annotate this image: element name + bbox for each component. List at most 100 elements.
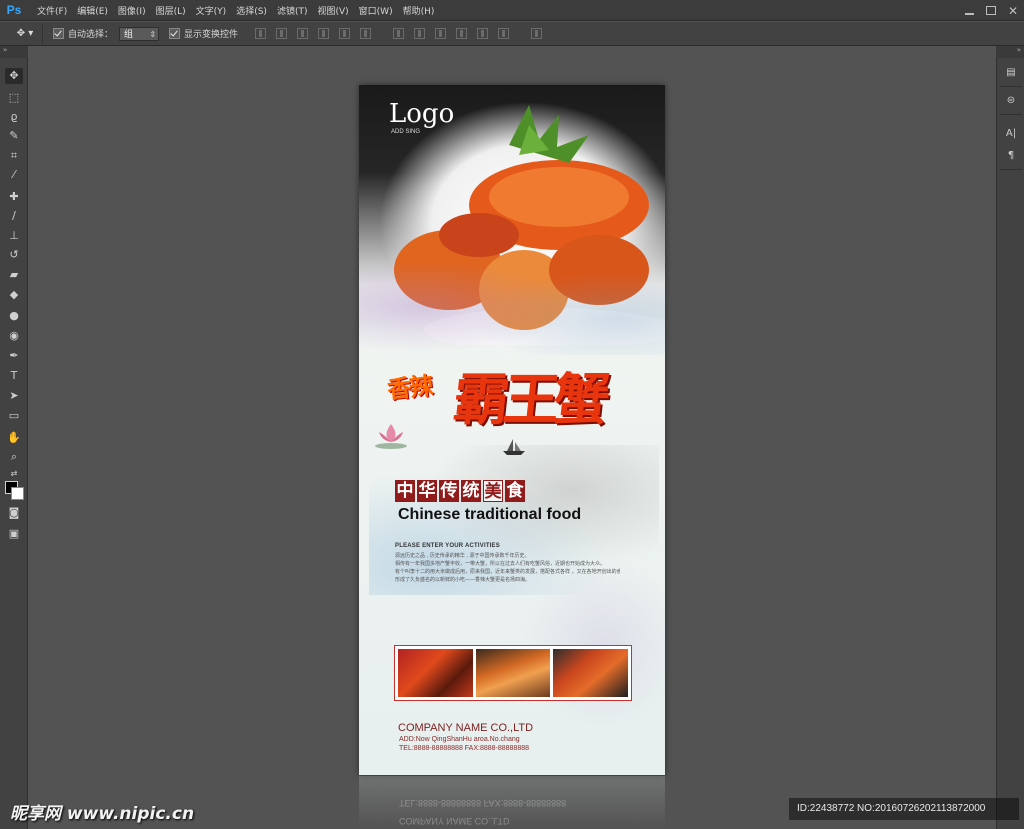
auto-align-buttons xyxy=(526,28,547,39)
tools-panel: ✥ ⬚ ϱ ✎ ⌗ ⁄ ✚ ∕ ⊥ ↺ ▰ ◆ ● ◉ ✒ T ➤ ▭ ✋ ⌕ … xyxy=(0,58,28,829)
swap-colors-icon[interactable]: ⇄ xyxy=(5,466,23,482)
auto-select-label: 自动选择： xyxy=(68,30,114,40)
quick-select-icon[interactable]: ✎ xyxy=(5,128,23,144)
rectangle-icon[interactable]: ▭ xyxy=(5,408,23,424)
banner-char: 统 xyxy=(461,480,481,502)
document-canvas[interactable]: Logo ADD SING 香辣 霸王蟹 中 华 传 统 美 食 Chinese… xyxy=(359,85,665,775)
show-transform-label: 显示变换控件 xyxy=(184,30,239,40)
blur-icon[interactable]: ● xyxy=(5,308,23,324)
paragraph-icon[interactable]: ¶ xyxy=(1003,149,1019,163)
company-phone: TEL:8888-88888888 FAX:8888-88888888 xyxy=(399,745,529,752)
close-icon: ✕ xyxy=(1007,3,1019,18)
quick-mask-icon[interactable]: ◙ xyxy=(5,505,23,521)
auto-select-dropdown[interactable]: 组 xyxy=(119,26,160,42)
menu-filter[interactable]: 滤镜(T) xyxy=(272,4,313,17)
menu-view[interactable]: 视图(V) xyxy=(312,4,353,17)
banner-char: 美 xyxy=(483,480,503,502)
panels-collapse[interactable]: » xyxy=(996,46,1024,58)
company-name: COMPANY NAME CO.,LTD xyxy=(398,722,534,734)
banner-char: 传 xyxy=(439,480,459,502)
menu-edit[interactable]: 编辑(E) xyxy=(72,4,113,17)
body-line: 形成了久负盛名的以新鲜的小吃——香辣大蟹更是名扬四海。 xyxy=(395,577,531,583)
crop-icon[interactable]: ⌗ xyxy=(5,148,23,164)
lasso-icon[interactable]: ϱ xyxy=(5,109,23,125)
banner-char: 华 xyxy=(417,480,437,502)
menu-image[interactable]: 图像(I) xyxy=(113,4,151,17)
toolbar-collapse[interactable]: » xyxy=(0,46,28,58)
poster-logo: Logo xyxy=(389,99,455,129)
site-watermark: 昵享网 www.nipic.cn xyxy=(10,804,195,824)
show-transform-checkbox[interactable] xyxy=(169,28,181,39)
tool-preset-picker[interactable]: ✥ ▾ xyxy=(8,23,43,44)
food-thumbnail xyxy=(475,649,551,697)
distribute-top-icon[interactable] xyxy=(393,28,405,39)
distribute-right-icon[interactable] xyxy=(498,28,510,39)
panel-divider xyxy=(1000,114,1022,115)
chinese-traditional-food-banner: 中 华 传 统 美 食 xyxy=(395,480,527,502)
food-thumbnails xyxy=(394,645,632,701)
align-hcenter-icon[interactable] xyxy=(339,28,351,39)
auto-select-checkbox[interactable] xyxy=(53,28,64,39)
marquee-icon[interactable]: ⬚ xyxy=(5,90,23,106)
eyedropper-icon[interactable]: ⁄ xyxy=(5,167,23,183)
pen-icon[interactable]: ✒ xyxy=(5,348,23,364)
menu-file[interactable]: 文件(F) xyxy=(32,4,72,17)
activities-heading: PLEASE ENTER YOUR ACTIVITIES xyxy=(395,543,500,549)
food-thumbnail xyxy=(553,649,629,697)
minimize-button[interactable] xyxy=(958,0,980,21)
distribute-left-icon[interactable] xyxy=(456,28,468,39)
window-controls: ✕ xyxy=(958,0,1024,21)
path-select-icon[interactable]: ➤ xyxy=(5,388,23,404)
maximize-button[interactable] xyxy=(980,0,1002,21)
zoom-icon[interactable]: ⌕ xyxy=(5,449,23,465)
paint-bucket-icon[interactable]: ◆ xyxy=(5,287,23,303)
screen-mode-icon[interactable]: ▣ xyxy=(5,526,23,542)
align-right-icon[interactable] xyxy=(360,28,372,39)
character-icon[interactable]: A| xyxy=(1003,127,1019,141)
menu-type[interactable]: 文字(Y) xyxy=(191,4,232,17)
brush-icon[interactable]: ∕ xyxy=(5,208,23,224)
close-button[interactable]: ✕ xyxy=(1002,0,1024,21)
panel-divider xyxy=(1000,169,1022,170)
menu-help[interactable]: 帮助(H) xyxy=(398,4,440,17)
align-top-icon[interactable] xyxy=(255,28,267,39)
distribute-bottom-icon[interactable] xyxy=(435,28,447,39)
menu-select[interactable]: 选择(S) xyxy=(231,4,272,17)
menu-window[interactable]: 窗口(W) xyxy=(354,4,398,17)
dodge-icon[interactable]: ◉ xyxy=(5,328,23,344)
reflection-text: TEL:8888-88888888 FAX:8888-88888888 xyxy=(399,798,567,808)
properties-icon[interactable]: ⊜ xyxy=(1003,94,1019,108)
eraser-icon[interactable]: ▰ xyxy=(5,267,23,283)
minimize-icon xyxy=(964,12,974,15)
clone-stamp-icon[interactable]: ⊥ xyxy=(5,228,23,244)
distribute-hcenter-icon[interactable] xyxy=(477,28,489,39)
hand-icon[interactable]: ✋ xyxy=(5,430,23,446)
poster-tag-spicy: 香辣 xyxy=(385,370,433,405)
align-vcenter-icon[interactable] xyxy=(276,28,288,39)
ink-splash xyxy=(359,235,665,355)
photoshop-logo: Ps xyxy=(6,3,22,17)
align-bottom-icon[interactable] xyxy=(297,28,309,39)
move-icon[interactable]: ✥ xyxy=(5,68,23,84)
panel-divider xyxy=(1000,86,1022,87)
poster-logo-subtitle: ADD SING xyxy=(391,129,421,135)
healing-brush-icon[interactable]: ✚ xyxy=(5,189,23,205)
reflection-text: COMPANY NAME CO.,LTD xyxy=(399,816,510,826)
options-bar: ✥ ▾ 自动选择： 组 显示变换控件 xyxy=(0,22,1024,46)
body-line: 源远历史之品 , 历史传承的精华 , 源于中国传承数千年历史。 xyxy=(395,553,530,559)
history-brush-icon[interactable]: ↺ xyxy=(5,247,23,263)
banner-char: 食 xyxy=(505,480,525,502)
align-left-icon[interactable] xyxy=(318,28,330,39)
type-icon[interactable]: T xyxy=(5,368,23,384)
distribute-buttons xyxy=(388,28,514,39)
banner-char: 中 xyxy=(395,480,415,502)
distribute-vcenter-icon[interactable] xyxy=(414,28,426,39)
poster-title: 霸王蟹 xyxy=(450,367,607,433)
maximize-icon xyxy=(986,6,996,15)
align-buttons xyxy=(250,28,376,39)
menu-layer[interactable]: 图层(L) xyxy=(151,4,191,17)
activities-text: 源远历史之品 , 历史传承的精华 , 源于中国传承数千年历史。 相传有一年我国多… xyxy=(395,552,620,584)
auto-align-icon[interactable] xyxy=(531,28,543,39)
background-color[interactable] xyxy=(11,487,24,500)
history-icon[interactable]: ▤ xyxy=(1003,66,1019,80)
